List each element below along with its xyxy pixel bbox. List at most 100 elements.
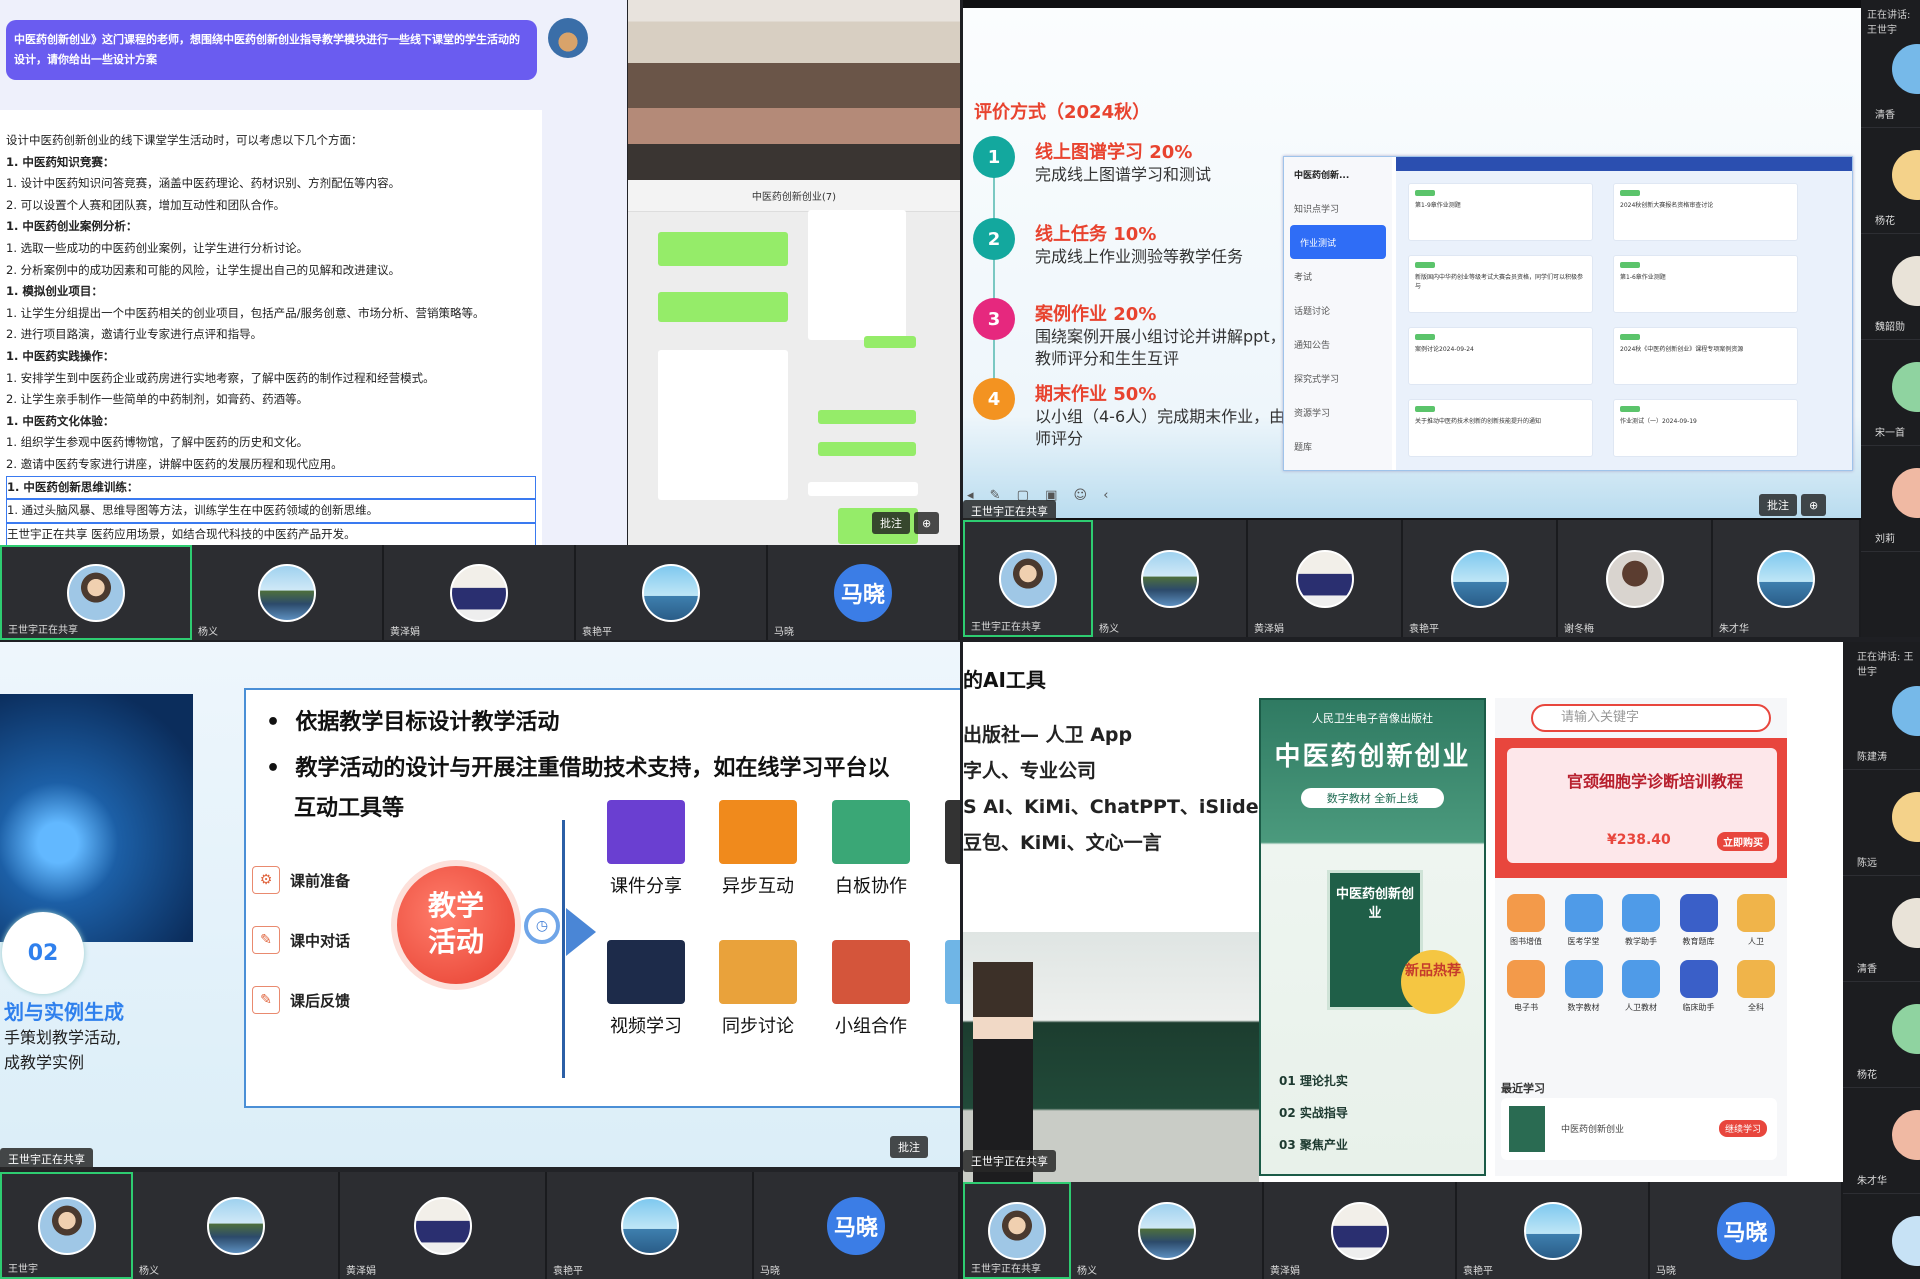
app-grid-item[interactable]: 人卫教材 — [1616, 960, 1666, 1013]
tool-item[interactable]: 课件分享 — [596, 800, 696, 898]
annotate-button[interactable]: 批注 — [890, 1136, 928, 1158]
app-grid-item[interactable]: 图书增值 — [1501, 894, 1551, 947]
participant-tile[interactable]: 黄泽娟 — [384, 545, 576, 640]
tool-item[interactable]: 视频学习 — [596, 940, 696, 1038]
sidebar-participant[interactable]: 杨花 — [1843, 982, 1920, 1088]
lms-card[interactable]: 2024秋《中医药创新创业》课程专项案例资源 — [1613, 327, 1798, 385]
lms-nav-item[interactable]: 题库 — [1284, 429, 1392, 463]
lms-card[interactable]: 2024秋创新大赛报名资格审查讨论 — [1613, 183, 1798, 241]
tool-item[interactable]: 小组合作 — [821, 940, 921, 1038]
participant-tile[interactable]: 杨义 — [133, 1172, 340, 1279]
tool-item[interactable]: 同步讨论 — [708, 940, 808, 1038]
lms-nav-item[interactable]: 资源学习 — [1284, 395, 1392, 429]
tool-item[interactable]: 白板协作 — [821, 800, 921, 898]
participant-tile[interactable]: 杨义 — [192, 545, 384, 640]
tool-item[interactable]: 知 — [934, 800, 960, 898]
participant-avatar — [1892, 44, 1920, 94]
participant-tile[interactable]: 黄泽娟 — [1264, 1182, 1457, 1279]
status-tag — [1415, 406, 1435, 412]
annotate-button[interactable]: 批注 — [872, 512, 910, 534]
app-grid-item[interactable]: 人卫 — [1731, 894, 1781, 947]
sidebar-participant[interactable]: 杨花 — [1861, 128, 1920, 234]
slide-line: 豆包、KiMi、文心一言 — [963, 832, 1162, 854]
participant-tile[interactable]: 王世宇正在共享 — [0, 545, 192, 640]
card-title: 关于推动中医药技术创新的创新技能提升的通知 — [1415, 418, 1542, 425]
participant-tile[interactable]: 谢冬梅 — [1558, 520, 1713, 637]
app-search-input[interactable]: 请输入关键字 — [1531, 704, 1771, 732]
participant-tile[interactable]: 马晓 马晓 — [768, 545, 960, 640]
answer-line: 2. 让学生亲手制作一些简单的中药制剂，如膏药、药酒等。 — [6, 392, 309, 407]
continue-button[interactable]: 继续学习 — [1718, 1120, 1767, 1137]
shared-screen: 评价方式（2024秋） 1 线上图谱学习 20% 完成线上图谱学习和测试 2 线上任务 … — [963, 0, 1861, 520]
lms-card[interactable]: 第1-9章作业测题 — [1408, 183, 1593, 241]
participant-tile[interactable]: 袁艳平 — [576, 545, 768, 640]
center-circle: 教学 活动 — [391, 860, 521, 990]
lms-nav-item[interactable]: 知识点学习 — [1284, 191, 1392, 225]
lms-card[interactable]: 新版国内中华药创业等级考试大赛会员资格，同学们可以积极参与 — [1408, 255, 1593, 313]
recent-item-card[interactable]: 中医药创新创业 继续学习 — [1501, 1098, 1777, 1160]
participant-tile[interactable]: 袁艳平 — [1403, 520, 1558, 637]
sidebar-participant[interactable]: 刘莉 — [1861, 446, 1920, 552]
participant-name: 杨义 — [1099, 624, 1119, 635]
lms-screenshot: 中医药创新... 知识点学习 作业测试 考试 话题讨论 通知公告 探究式学习 资源学习 题库 … — [1283, 156, 1853, 471]
lms-card[interactable]: 案例讨论2024-09-24 — [1408, 327, 1593, 385]
participant-tile[interactable]: 马晓 马晓 — [754, 1172, 960, 1279]
status-tag — [1415, 334, 1435, 340]
participant-tile[interactable]: 袁艳平 — [1457, 1182, 1650, 1279]
sidebar-participant[interactable]: 宋一首 — [1861, 340, 1920, 446]
lms-nav-item[interactable]: 作业测试 — [1290, 225, 1386, 259]
card-title: 新版国内中华药创业等级考试大赛会员资格，同学们可以积极参与 — [1415, 274, 1584, 290]
participant-tile[interactable]: 王世宇正在共享 — [963, 520, 1093, 637]
participant-avatar — [1137, 1201, 1196, 1260]
participant-tile[interactable]: 杨义 — [1093, 520, 1248, 637]
participant-tile[interactable]: 袁艳平 — [547, 1172, 754, 1279]
participant-tile[interactable]: 朱才华 — [1713, 520, 1861, 637]
participant-tile[interactable]: 黄泽娟 — [1248, 520, 1403, 637]
answer-line: 1. 选取一些成功的中医药创业案例，让学生进行分析讨论。 — [6, 240, 309, 255]
app-grid-item[interactable]: 电子书 — [1501, 960, 1551, 1013]
sidebar-participant[interactable]: 清香 — [1843, 876, 1920, 982]
sidebar-participant[interactable]: 陈远 — [1843, 770, 1920, 876]
participant-tile[interactable]: 王世宇 — [0, 1172, 133, 1279]
answer-line: 1. 设计中医药知识问答竞赛，涵盖中医药理论、药材识别、方剂配伍等内容。 — [6, 176, 401, 191]
lms-nav-item[interactable]: 通知公告 — [1284, 327, 1392, 361]
lms-nav-item[interactable]: 探究式学习 — [1284, 361, 1392, 395]
app-grid-item[interactable]: 数字教材 — [1559, 960, 1609, 1013]
card-title: 案例讨论2024-09-24 — [1415, 346, 1474, 353]
banner-ad[interactable]: 官颈细胞学诊断培训教程 ¥238.40 立即购买 — [1507, 748, 1777, 863]
participant-name: 清香 — [1857, 964, 1877, 975]
tool-item[interactable]: 异步互动 — [708, 800, 808, 898]
meeting-window-evaluation: 评价方式（2024秋） 1 线上图谱学习 20% 完成线上图谱学习和测试 2 线上任务 … — [963, 0, 1920, 637]
participant-name: 马晓 — [760, 1266, 780, 1277]
participant-tile[interactable]: 马晓 马晓 — [1650, 1182, 1843, 1279]
sidebar-participant[interactable]: 清香 — [1861, 22, 1920, 128]
buy-button[interactable]: 立即购买 — [1717, 832, 1769, 851]
sidebar-participant[interactable]: 魏韶勋 — [1861, 234, 1920, 340]
participant-avatar — [1892, 686, 1920, 736]
participant-tile[interactable]: 王世宇正在共享 — [963, 1182, 1071, 1279]
annotate-button[interactable]: 批注 — [1759, 494, 1797, 516]
lms-card[interactable]: 关于推动中医药技术创新的创新技能提升的通知 — [1408, 399, 1593, 457]
zoom-icon[interactable]: ⊕ — [914, 512, 940, 534]
lms-card[interactable]: 第1-6章作业测题 — [1613, 255, 1798, 313]
section-title: 划与实例生成 — [4, 1000, 124, 1024]
app-grid-item[interactable]: 医考学堂 — [1559, 894, 1609, 947]
zoom-icon[interactable]: ⊕ — [1801, 494, 1827, 516]
participant-tile[interactable]: 黄泽娟 — [340, 1172, 547, 1279]
lms-nav-item[interactable]: 话题讨论 — [1284, 293, 1392, 327]
participant-tile[interactable]: 杨义 — [1071, 1182, 1264, 1279]
app-grid-item[interactable]: 全科 — [1731, 960, 1781, 1013]
app-grid-item[interactable]: 教育题库 — [1674, 894, 1724, 947]
app-grid-item[interactable]: 临床助手 — [1674, 960, 1724, 1013]
slide-title: 的AI工具 — [963, 668, 1046, 692]
lms-card[interactable]: 作业测试（一）2024-09-19 — [1613, 399, 1798, 457]
sidebar-participant[interactable]: 朱才华 — [1843, 1088, 1920, 1194]
app-grid-item[interactable]: 教学助手 — [1616, 894, 1666, 947]
item-number: 3 — [973, 298, 1015, 340]
tool-item[interactable]: 作 — [934, 940, 960, 1038]
sidebar-participant[interactable]: 陈建涛 — [1843, 664, 1920, 770]
chat-message — [658, 232, 788, 266]
lms-nav-item[interactable]: 考试 — [1284, 259, 1392, 293]
sidebar-participant[interactable]: 魏韶勋 — [1843, 1194, 1920, 1279]
participant-name: 袁艳平 — [553, 1266, 583, 1277]
